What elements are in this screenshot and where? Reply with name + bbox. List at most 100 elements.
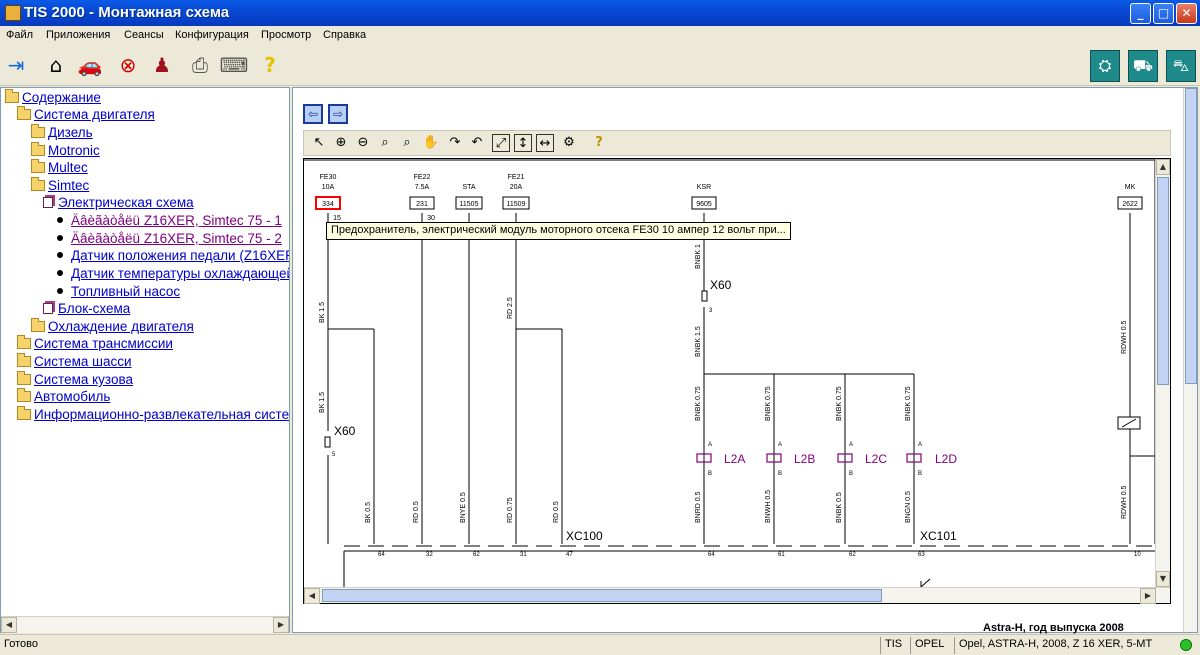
zoom-icon[interactable]: ⌕: [376, 134, 394, 152]
menu-file[interactable]: Файл: [6, 29, 33, 41]
wire-label: BNBK 0.75: [836, 386, 843, 421]
pointer-icon[interactable]: ↖: [310, 134, 328, 152]
maximize-button[interactable]: □: [1153, 3, 1174, 24]
tree-item-contents[interactable]: Содержание: [5, 89, 101, 107]
menu-sessions[interactable]: Сеансы: [124, 29, 164, 41]
tree-item-body[interactable]: Система кузова: [17, 371, 133, 389]
connector-pin: 3: [709, 308, 713, 314]
tree-item-infotainment[interactable]: Информационно-развлекательная система: [17, 406, 289, 424]
tree-item-engine-2[interactable]: Äâèãàòåëü Z16XER, Simtec 75 - 2: [57, 231, 282, 248]
tree-horizontal-scrollbar[interactable]: ◀ ▶: [1, 616, 289, 633]
diagram-toolbar: ↖ ⊕ ⊖ ⌕ ⌕ ✋ ↷ ↶ ⤢ ↕ ↔ ⚙ ?: [303, 130, 1171, 156]
zoom-window-icon[interactable]: ⌕: [398, 134, 416, 152]
tree-item-engine-1[interactable]: Äâèãàòåëü Z16XER, Simtec 75 - 1: [57, 213, 282, 230]
tree-item-simtec[interactable]: Simtec: [31, 177, 89, 195]
document-icon: [43, 303, 53, 314]
tree-item-block-diagram[interactable]: Блок-схема: [43, 301, 130, 318]
tree-item-pedal-sensor[interactable]: Датчик положения педали (Z16XER: [57, 248, 289, 265]
person-icon[interactable]: ♟: [148, 51, 176, 79]
folder-icon: [31, 159, 45, 173]
fuse-name: KSR: [697, 184, 711, 191]
scroll-right-icon[interactable]: ▶: [273, 617, 289, 633]
wire-label: BNGN 0.5: [905, 491, 912, 523]
vehicle-diagnostic-icon[interactable]: ⛭: [1090, 50, 1120, 82]
fuse-rating: 7.5A: [415, 184, 430, 191]
tree-item-fuel-pump[interactable]: Топливный насос: [57, 284, 180, 301]
scroll-thumb[interactable]: [1185, 88, 1197, 384]
fit-width-icon[interactable]: ↔: [536, 134, 554, 152]
vehicle-repair-icon[interactable]: ⛍: [1166, 50, 1196, 82]
exit-icon[interactable]: ⇥: [2, 51, 30, 79]
zoom-out-icon[interactable]: ⊖: [354, 134, 372, 152]
tree-item-vehicle[interactable]: Автомобиль: [17, 388, 110, 406]
folder-icon: [17, 106, 31, 120]
scroll-left-icon[interactable]: ◀: [304, 588, 320, 604]
back-arrow-icon[interactable]: ⇦: [303, 104, 323, 124]
keyboard-icon[interactable]: ⌨: [220, 51, 249, 79]
wire-label: RDWH 0.5: [1121, 485, 1128, 519]
stop-icon[interactable]: ⊗: [114, 51, 142, 79]
scroll-right-icon[interactable]: ▶: [1140, 588, 1156, 604]
fuse-name: MK: [1125, 184, 1136, 191]
wire-label: RD 0.5: [553, 501, 560, 523]
scroll-up-icon[interactable]: ▲: [1156, 159, 1170, 175]
forward-arrow-icon[interactable]: ⇨: [328, 104, 348, 124]
navigation-pane: Содержание Система двигателя Дизель Motr…: [0, 87, 290, 633]
wire-label: BNBK 0.75: [905, 386, 912, 421]
status-bar: Готово TIS OPEL Opel, ASTRA-H, 2008, Z 1…: [0, 634, 1200, 655]
tree-item-coolant-sensor[interactable]: Датчик температуры охлаждающей: [57, 266, 289, 283]
harness-pin: 61: [778, 552, 785, 558]
tree-item-wiring-diagram[interactable]: Электрическая схема: [43, 195, 194, 212]
injector-pin: B: [918, 471, 922, 477]
tree-view: Содержание Система двигателя Дизель Motr…: [1, 88, 289, 616]
pan-hand-icon[interactable]: ✋: [422, 134, 440, 152]
minimize-button[interactable]: _: [1130, 3, 1151, 24]
fuse-code: 9605: [696, 201, 712, 208]
wiring-diagram[interactable]: FE30 10A 334 15 FE22 7.5A 231 30 STA 115…: [303, 158, 1171, 604]
harness-pin: 64: [378, 552, 385, 558]
menu-view[interactable]: Просмотр: [261, 29, 311, 41]
folder-icon: [5, 89, 19, 103]
help-icon[interactable]: ?: [256, 51, 284, 79]
tree-item-engine-system[interactable]: Система двигателя: [17, 106, 155, 124]
tree-item-engine-cooling[interactable]: Охлаждение двигателя: [31, 318, 194, 336]
pane-vertical-scrollbar[interactable]: [1183, 88, 1197, 632]
scroll-thumb[interactable]: [322, 589, 882, 602]
fuse-pin: 15: [333, 215, 341, 222]
fit-window-icon[interactable]: ⤢: [492, 134, 510, 152]
menu-applications[interactable]: Приложения: [46, 29, 110, 41]
fit-height-icon[interactable]: ↕: [514, 134, 532, 152]
rotate-left-icon[interactable]: ↶: [468, 134, 486, 152]
folder-icon: [31, 177, 45, 191]
scroll-left-icon[interactable]: ◀: [1, 617, 17, 633]
tree-item-motronic[interactable]: Motronic: [31, 142, 100, 160]
close-button[interactable]: ✕: [1176, 3, 1197, 24]
menu-help[interactable]: Справка: [323, 29, 366, 41]
bullet-icon: [57, 270, 63, 276]
fuse-code: 11505: [460, 201, 479, 208]
scroll-down-icon[interactable]: ▼: [1156, 571, 1170, 587]
tree-item-transmission[interactable]: Система трансмиссии: [17, 335, 173, 353]
tree-item-chassis[interactable]: Система шасси: [17, 353, 132, 371]
menu-bar: Файл Приложения Сеансы Конфигурация Прос…: [0, 26, 1200, 46]
vehicle-info-icon[interactable]: ⛟: [1128, 50, 1158, 82]
tree-item-diesel[interactable]: Дизель: [31, 124, 93, 142]
print-icon[interactable]: ⎙: [186, 51, 214, 79]
rotate-right-icon[interactable]: ↷: [446, 134, 464, 152]
components-icon[interactable]: ⚙: [560, 134, 578, 152]
injector-pin: B: [849, 471, 853, 477]
diagram-help-icon[interactable]: ?: [590, 134, 608, 152]
car-icon[interactable]: 🚗: [76, 51, 104, 79]
scroll-thumb[interactable]: [1157, 177, 1169, 385]
folder-icon: [17, 353, 31, 367]
folder-icon: [17, 388, 31, 402]
tree-item-multec[interactable]: Multec: [31, 159, 88, 177]
menu-configuration[interactable]: Конфигурация: [175, 29, 249, 41]
home-icon[interactable]: ⌂: [42, 51, 70, 79]
zoom-in-icon[interactable]: ⊕: [332, 134, 350, 152]
diagram-horizontal-scrollbar[interactable]: ◀ ▶: [304, 587, 1170, 604]
bullet-icon: [57, 252, 63, 258]
diagram-vertical-scrollbar[interactable]: ▲ ▼: [1155, 159, 1170, 587]
injector-pin: A: [849, 442, 853, 448]
wire-label: BNBK 1: [695, 244, 702, 269]
